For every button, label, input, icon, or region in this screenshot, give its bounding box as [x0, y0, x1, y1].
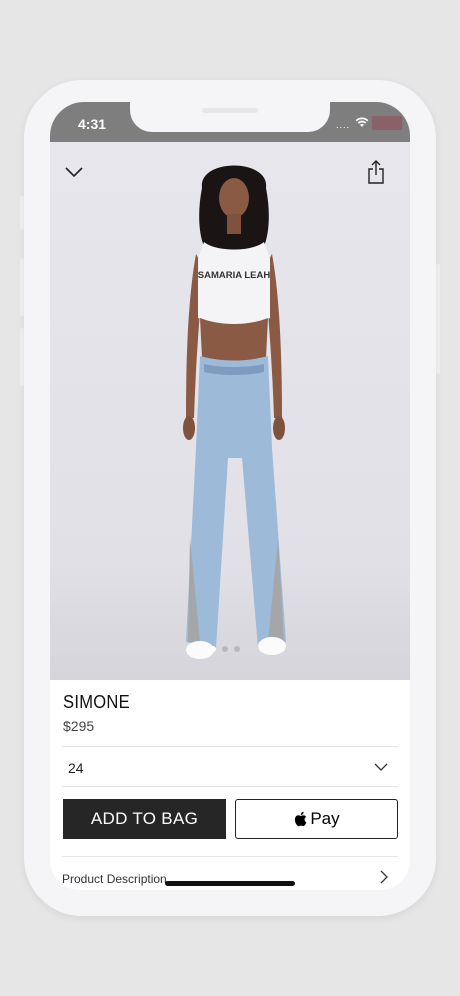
product-image[interactable]: SAMARIA LEAH: [50, 142, 410, 680]
product-price: $295: [63, 718, 95, 734]
share-icon[interactable]: [364, 160, 388, 184]
carousel-dot-1[interactable]: [210, 646, 216, 652]
home-indicator[interactable]: [165, 881, 295, 886]
close-chevron-down-icon[interactable]: [62, 160, 86, 184]
app-screen: 4:31 .... SAMARIA LEAH SIMONE $295 24 AD…: [50, 102, 410, 890]
chevron-down-icon: [374, 758, 388, 776]
apple-pay-label: Pay: [310, 809, 340, 828]
wifi-icon: [355, 117, 369, 127]
signal-icon: ....: [336, 120, 351, 130]
divider: [62, 786, 398, 787]
carousel-dot-2[interactable]: [222, 646, 228, 652]
status-time: 4:31: [78, 116, 107, 132]
battery-icon: [372, 116, 402, 130]
product-description-label: Product Description: [62, 872, 167, 886]
chevron-right-icon: [380, 870, 388, 889]
add-to-bag-button[interactable]: ADD TO BAG: [63, 799, 226, 839]
product-name: SIMONE: [63, 692, 130, 712]
apple-logo-icon: [295, 811, 307, 827]
notch: [130, 102, 330, 132]
apple-pay-button[interactable]: Pay: [235, 799, 398, 839]
power-button: [436, 264, 440, 374]
divider: [62, 856, 398, 857]
size-value: 24: [68, 760, 84, 776]
carousel-indicator[interactable]: [210, 646, 240, 652]
carousel-dot-3[interactable]: [234, 646, 240, 652]
model-photo: SAMARIA LEAH: [183, 165, 286, 659]
shirt-print: SAMARIA LEAH: [198, 270, 271, 281]
size-selector[interactable]: 24: [50, 748, 410, 786]
divider: [62, 746, 398, 747]
speaker-grille: [202, 108, 258, 113]
